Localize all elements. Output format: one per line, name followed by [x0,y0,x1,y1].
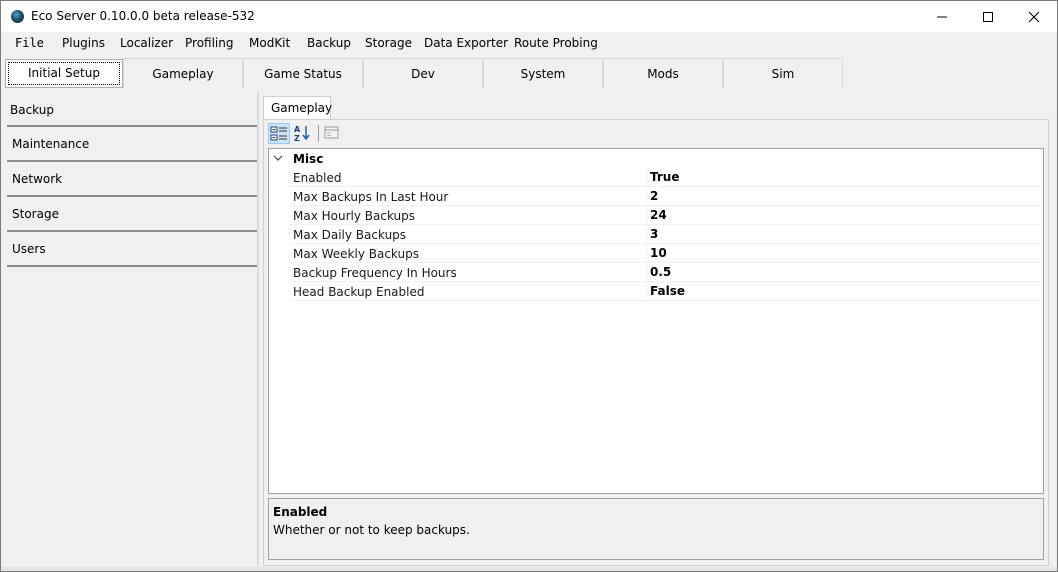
close-button[interactable] [1011,1,1057,32]
property-value[interactable]: False [650,284,685,298]
category-misc[interactable]: Misc [269,149,1043,168]
window-title: Eco Server 0.10.0.0 beta release-532 [31,9,255,23]
property-name: Max Backups In Last Hour [293,190,449,204]
tab-initial-setup[interactable]: Initial Setup [5,59,123,88]
sidebar-item-maintenance[interactable]: Maintenance [7,127,259,162]
tab-system[interactable]: System [483,58,603,88]
main-tab-strip: Initial Setup Gameplay Game Status Dev S… [3,58,1055,88]
property-name: Max Weekly Backups [293,247,419,261]
category-label: Misc [293,152,324,166]
property-row-enabled[interactable]: Enabled True [269,168,1043,187]
help-description: Whether or not to keep backups. [273,523,470,537]
categorized-button[interactable] [268,123,290,144]
svg-text:Z: Z [294,134,300,142]
svg-text:A: A [294,125,301,134]
menu-localizer[interactable]: Localizer [120,36,173,50]
title-bar: Eco Server 0.10.0.0 beta release-532 [1,1,1057,32]
minimize-button[interactable] [919,1,965,32]
property-row-max-weekly-backups[interactable]: Max Weekly Backups 10 [269,244,1043,263]
property-grid: Misc Enabled True Max Backups In Last Ho… [268,148,1044,494]
menu-bar: File Plugins Localizer Profiling ModKit … [1,32,1057,56]
app-window: Eco Server 0.10.0.0 beta release-532 Fil… [0,0,1058,572]
content-panel: Gameplay A Z Misc Enabled True Max Backu… [263,96,1049,566]
tab-game-status[interactable]: Game Status [243,58,363,88]
chevron-down-icon[interactable] [273,153,283,163]
menu-profiling[interactable]: Profiling [185,36,234,50]
sidebar-item-users[interactable]: Users [7,232,259,267]
menu-file[interactable]: File [15,36,44,50]
property-grid-toolbar: A Z [268,122,1046,146]
property-pages-button[interactable] [322,123,344,144]
property-row-backup-frequency[interactable]: Backup Frequency In Hours 0.5 [269,263,1043,282]
property-name: Max Daily Backups [293,228,407,242]
property-value[interactable]: True [650,170,679,184]
property-name: Enabled [293,171,342,185]
sidebar: Backup Maintenance Network Storage Users [7,92,259,567]
status-strip [1,567,1057,571]
property-help-panel: Enabled Whether or not to keep backups. [268,498,1044,560]
sort-alphabetical-icon: A Z [294,125,310,143]
property-name: Backup Frequency In Hours [293,266,457,280]
property-value[interactable]: 2 [650,189,658,203]
tab-dev[interactable]: Dev [363,58,483,88]
minimize-icon [937,16,947,18]
menu-storage[interactable]: Storage [365,36,412,50]
toolbar-separator [318,125,319,142]
sidebar-item-network[interactable]: Network [7,162,259,197]
property-name: Max Hourly Backups [293,209,416,223]
property-value[interactable]: 10 [650,246,667,260]
menu-data-exporter[interactable]: Data Exporter [424,36,508,50]
tab-gameplay-settings[interactable]: Gameplay [263,96,332,120]
maximize-icon [983,12,993,22]
property-row-max-daily-backups[interactable]: Max Daily Backups 3 [269,225,1043,244]
menu-backup[interactable]: Backup [307,36,351,50]
property-pages-icon [324,126,339,139]
splitter[interactable] [257,92,259,568]
close-icon [1028,11,1040,23]
sidebar-item-backup[interactable]: Backup [7,92,259,127]
property-row-head-backup-enabled[interactable]: Head Backup Enabled False [269,282,1043,301]
property-value[interactable]: 0.5 [650,265,671,279]
eco-globe-icon [11,10,24,23]
maximize-button[interactable] [965,1,1011,32]
property-row-max-backups-last-hour[interactable]: Max Backups In Last Hour 2 [269,187,1043,206]
categorized-icon [270,126,287,141]
property-row-max-hourly-backups[interactable]: Max Hourly Backups 24 [269,206,1043,225]
tab-gameplay[interactable]: Gameplay [123,58,243,88]
menu-modkit[interactable]: ModKit [249,36,290,50]
menu-route-probing[interactable]: Route Probing [514,36,598,50]
help-title: Enabled [273,505,328,519]
tab-mods[interactable]: Mods [603,58,723,88]
property-value[interactable]: 24 [650,208,667,222]
property-value[interactable]: 3 [650,227,658,241]
tab-sim[interactable]: Sim [723,58,843,88]
sidebar-item-storage[interactable]: Storage [7,197,259,232]
property-name: Head Backup Enabled [293,285,425,299]
alphabetical-button[interactable]: A Z [292,123,314,144]
menu-plugins[interactable]: Plugins [62,36,105,50]
property-grid-frame: A Z Misc Enabled True Max Backups In Las… [263,119,1049,566]
